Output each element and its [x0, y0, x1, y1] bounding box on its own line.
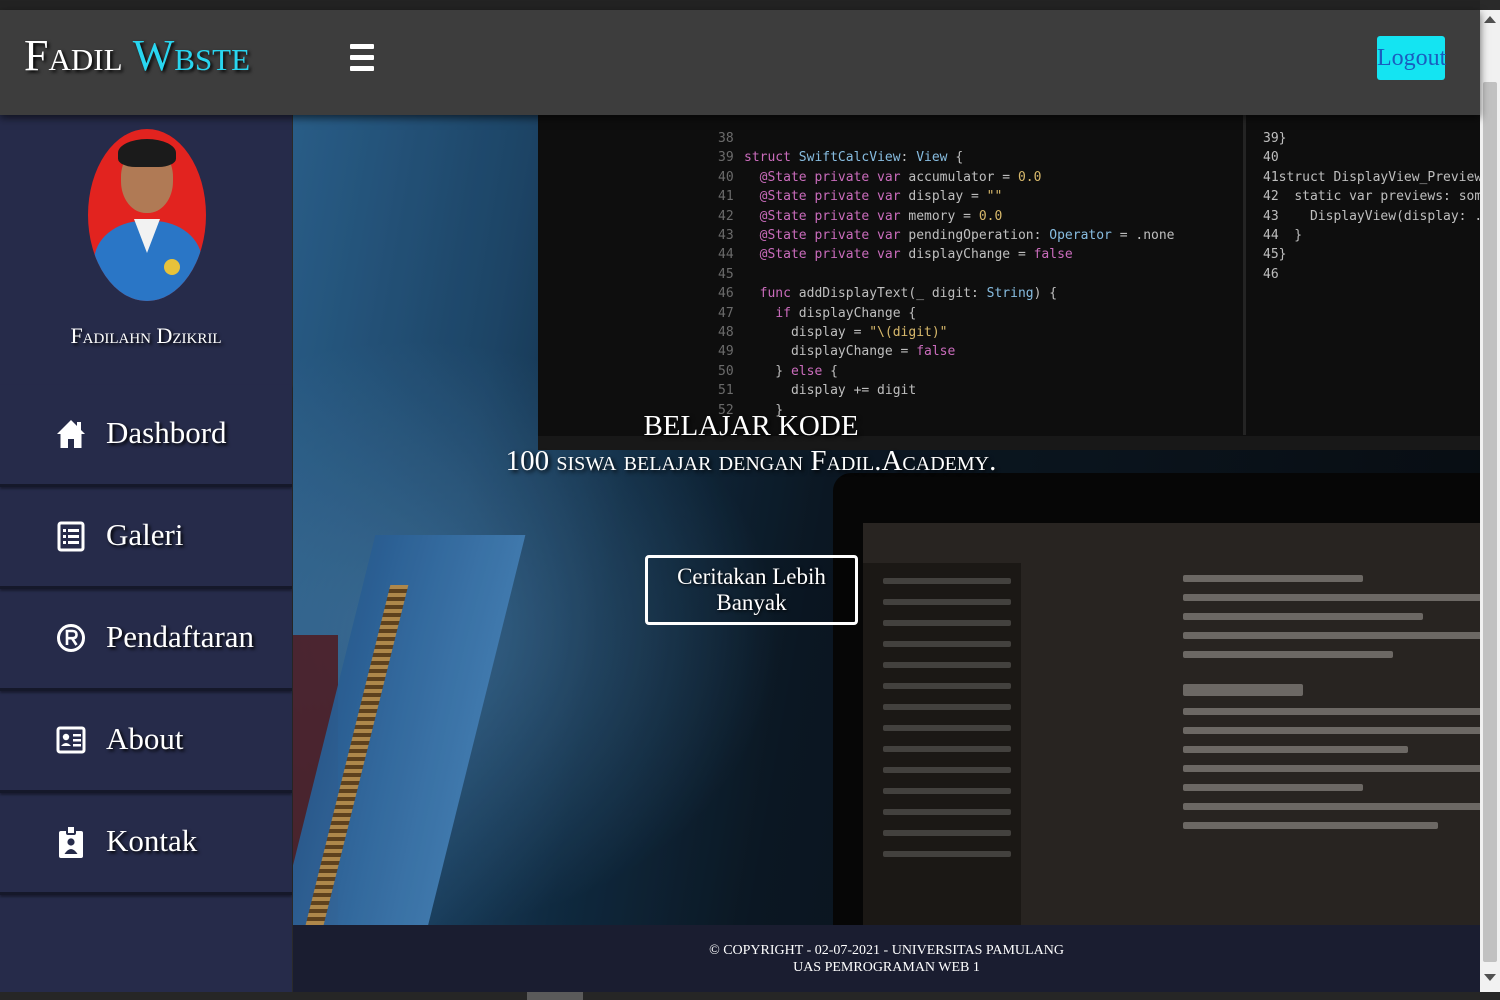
sidebar-item-pendaftaran[interactable]: Pendaftaran	[0, 589, 292, 691]
sidebar-menu: Dashbord Galeri Pendaftaran About Kontak	[0, 385, 292, 895]
sidebar-item-kontak[interactable]: Kontak	[0, 793, 292, 895]
footer-course: UAS PEMROGRAMAN WEB 1	[793, 960, 980, 975]
sidebar-item-galeri[interactable]: Galeri	[0, 487, 292, 589]
hero-subtitle: 100 siswa belajar dengan Fadil.Academy.	[505, 445, 997, 477]
sidebar-item-dashbord[interactable]: Dashbord	[0, 385, 292, 487]
vertical-scrollbar[interactable]	[1480, 10, 1500, 992]
brand-name-part2: Wbste	[132, 31, 251, 80]
tell-more-button[interactable]: Ceritakan Lebih Banyak	[645, 555, 858, 625]
sidebar-item-label: About	[106, 721, 184, 756]
brand-logo[interactable]: Fadil Wbste	[24, 30, 250, 81]
sidebar-item-label: Kontak	[106, 823, 198, 858]
brand-name-part1: Fadil	[24, 31, 123, 80]
hero-section: 38 39 struct SwiftCalcView: View { 40 @St…	[293, 115, 1480, 925]
scroll-up-arrow-icon[interactable]	[1484, 16, 1496, 23]
hamburger-menu-icon[interactable]	[350, 44, 374, 74]
sidebar: Fadilahn Dzikril Dashbord Galeri Pendaft…	[0, 115, 292, 992]
logout-button[interactable]: Logout	[1377, 36, 1446, 80]
bottom-strip	[0, 992, 1500, 1000]
home-icon	[57, 420, 85, 448]
footer: © COPYRIGHT - 02-07-2021 - UNIVERSITAS P…	[293, 925, 1480, 992]
sidebar-item-label: Dashbord	[106, 415, 227, 450]
profile-name: Fadilahn Dzikril	[70, 323, 222, 348]
contact-badge-icon	[59, 825, 83, 858]
scroll-down-arrow-icon[interactable]	[1484, 974, 1496, 981]
sidebar-item-label: Galeri	[106, 517, 184, 552]
list-icon	[57, 521, 85, 552]
footer-copyright: © COPYRIGHT - 02-07-2021 - UNIVERSITAS P…	[709, 943, 1064, 958]
id-card-icon	[56, 726, 86, 754]
top-strip	[0, 0, 1480, 10]
horizontal-scroll-thumb[interactable]	[527, 992, 583, 1000]
sidebar-item-label: Pendaftaran	[106, 619, 255, 654]
scrollbar-thumb[interactable]	[1483, 82, 1497, 962]
sidebar-item-about[interactable]: About	[0, 691, 292, 793]
hero-title: BELAJAR KODE	[643, 410, 859, 442]
avatar	[88, 129, 206, 301]
top-navbar: Fadil Wbste Logout	[0, 10, 1480, 115]
registered-icon	[57, 624, 85, 652]
